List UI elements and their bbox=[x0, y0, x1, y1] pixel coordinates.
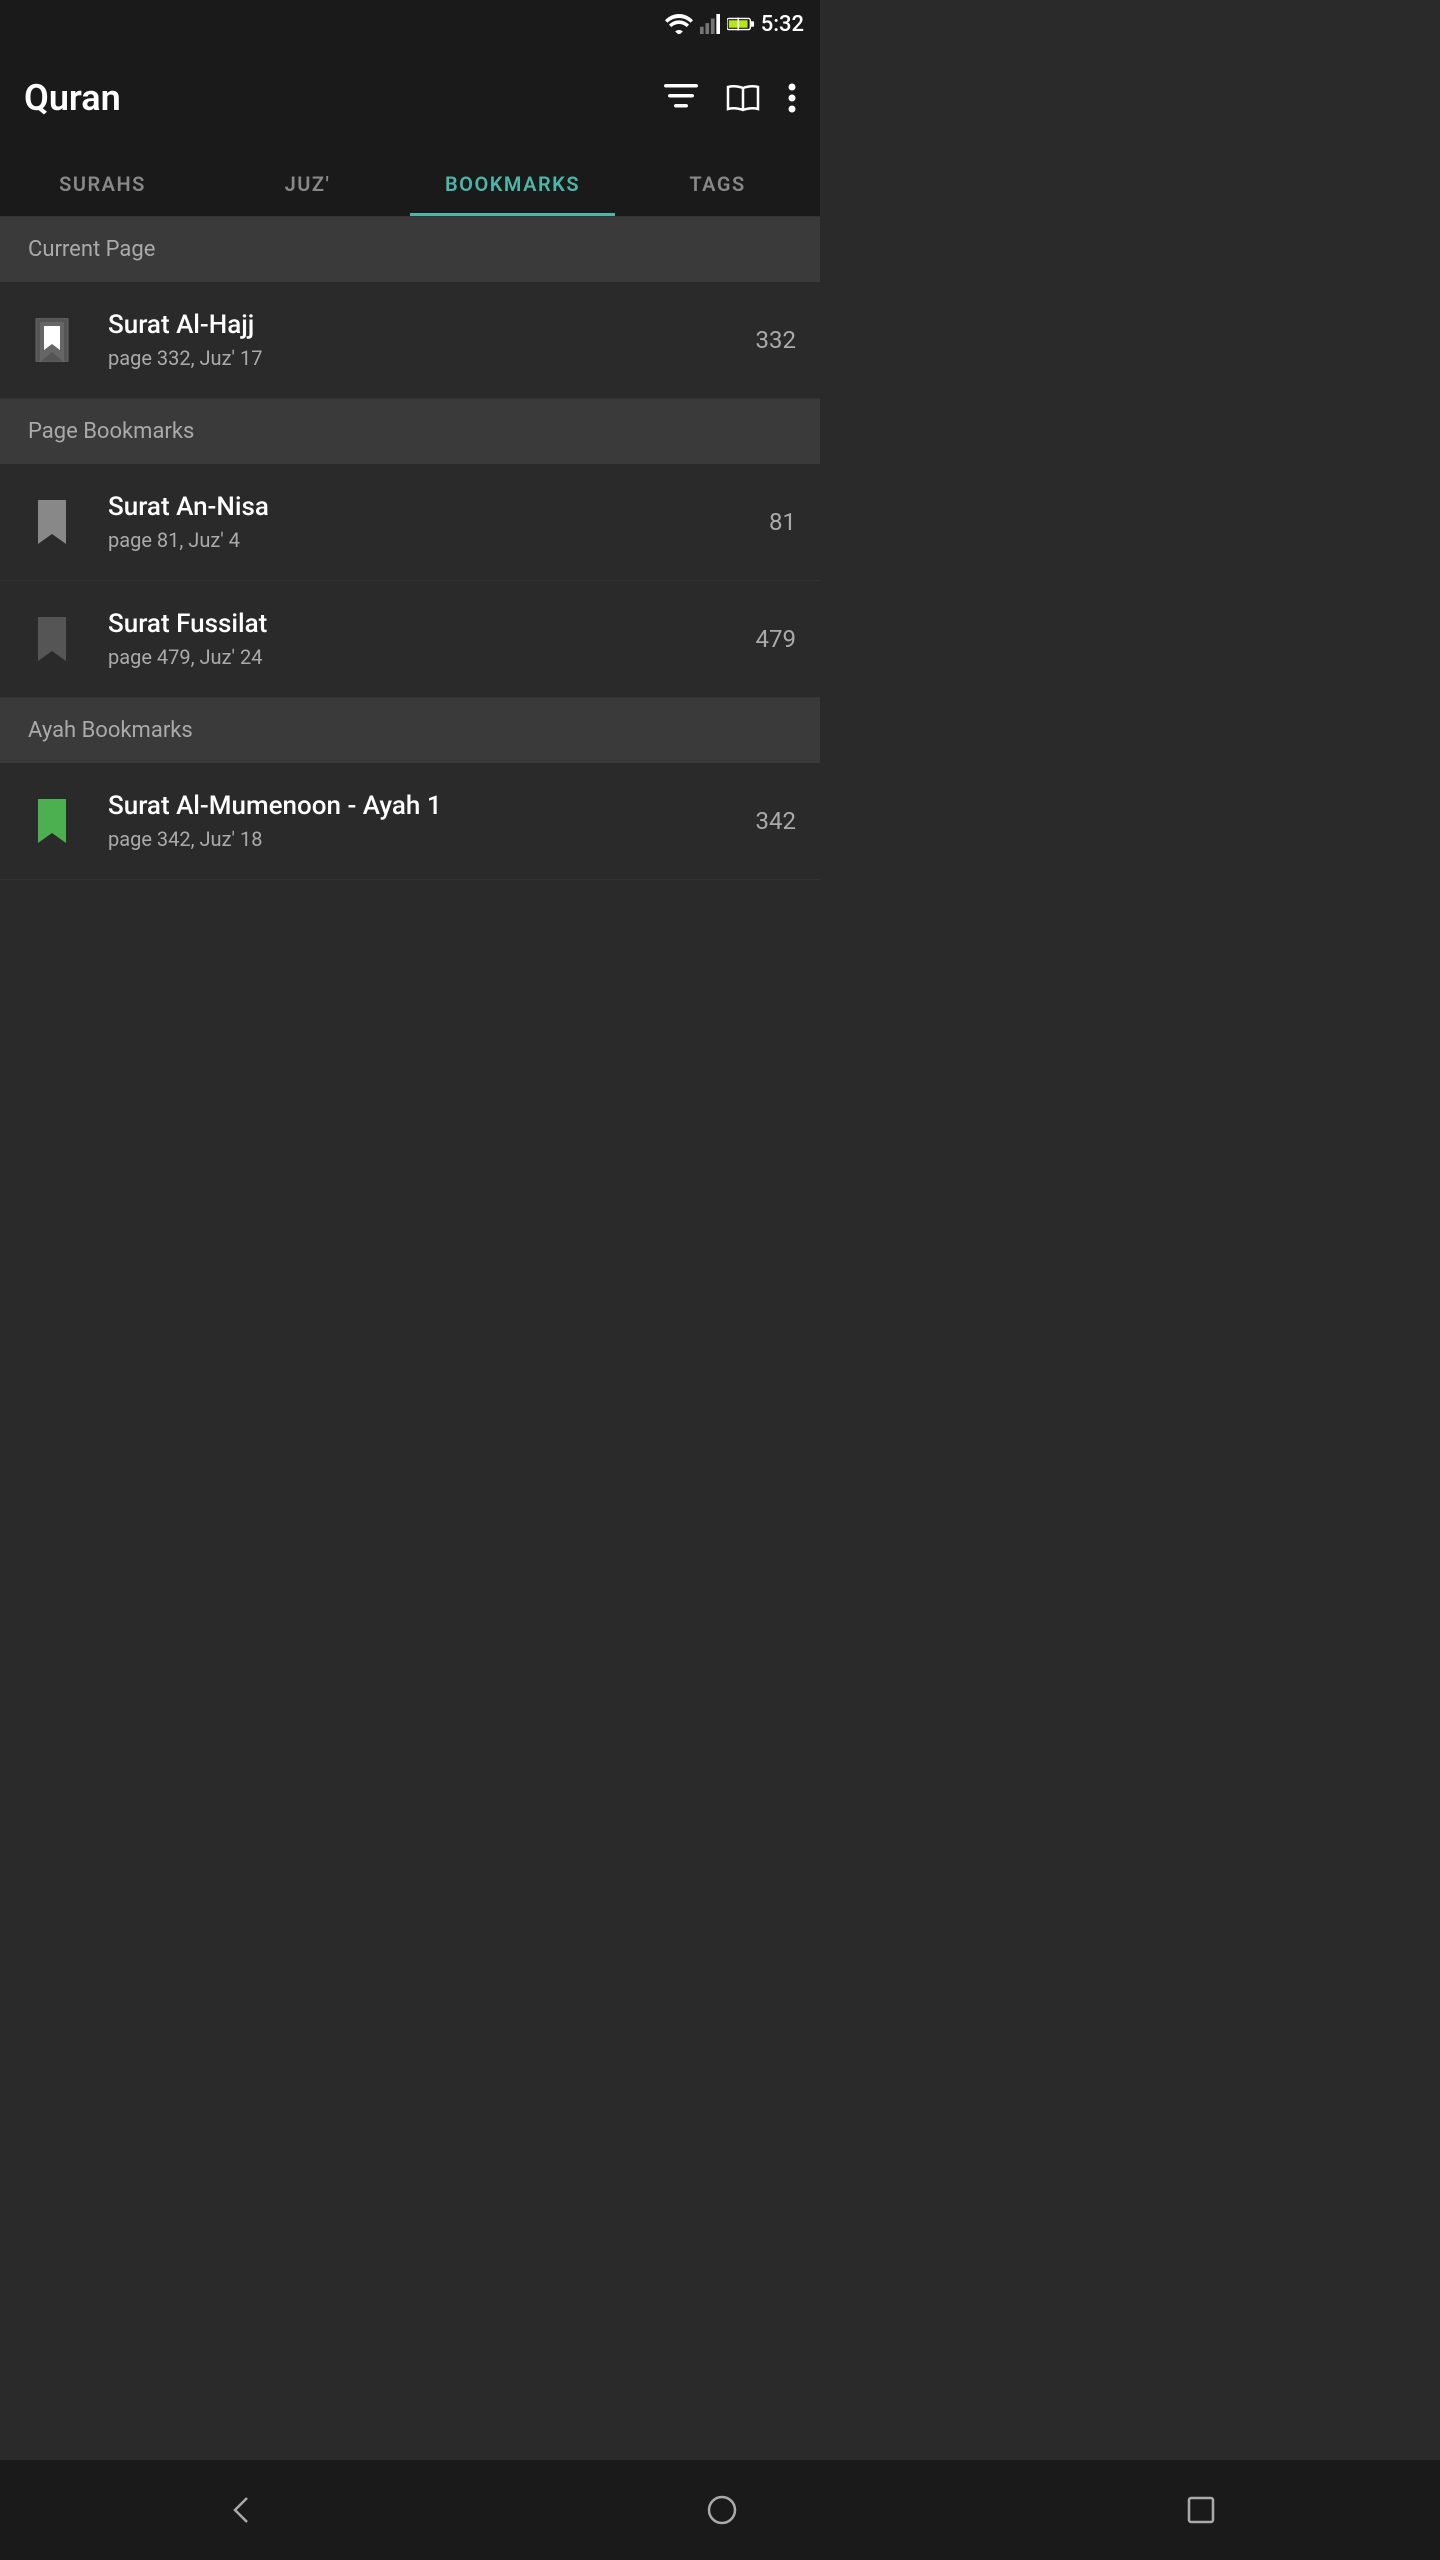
bookmark-info-an-nisa: Surat An-Nisa page 81, Juz' 4 bbox=[108, 492, 736, 552]
nav-recents-button[interactable] bbox=[1187, 2496, 1215, 2524]
sort-icon[interactable] bbox=[664, 84, 698, 112]
bookmark-icon-dark bbox=[24, 312, 80, 368]
section-header-page-bookmarks: Page Bookmarks bbox=[0, 399, 820, 464]
bookmark-subtitle-an-nisa: page 81, Juz' 4 bbox=[108, 528, 736, 552]
bookmark-subtitle-al-hajj: page 332, Juz' 17 bbox=[108, 346, 736, 370]
bookmark-item-surat-al-mumenoon[interactable]: Surat Al-Mumenoon - Ayah 1 page 342, Juz… bbox=[0, 763, 820, 880]
app-title: Quran bbox=[24, 77, 121, 119]
app-bar: Quran bbox=[0, 48, 820, 148]
section-header-current-page: Current Page bbox=[0, 217, 820, 282]
bookmark-page-al-hajj: 332 bbox=[736, 326, 796, 354]
bookmark-title-al-mumenoon: Surat Al-Mumenoon - Ayah 1 bbox=[108, 791, 736, 821]
bookmark-subtitle-al-mumenoon: page 342, Juz' 18 bbox=[108, 827, 736, 851]
signal-icon bbox=[699, 14, 721, 34]
bookmark-info-al-hajj: Surat Al-Hajj page 332, Juz' 17 bbox=[108, 310, 736, 370]
bookmark-item-surat-al-hajj[interactable]: Surat Al-Hajj page 332, Juz' 17 332 bbox=[0, 282, 820, 399]
bookmark-icon-white bbox=[24, 494, 80, 550]
wifi-icon bbox=[665, 14, 693, 34]
tab-bookmarks[interactable]: BOOKMARKS bbox=[410, 148, 615, 216]
tab-juz[interactable]: JUZ' bbox=[205, 148, 410, 216]
bookmark-item-surat-fussilat[interactable]: Surat Fussilat page 479, Juz' 24 479 bbox=[0, 581, 820, 698]
tab-surahs[interactable]: SURAHS bbox=[0, 148, 205, 216]
nav-back-button[interactable] bbox=[225, 2494, 257, 2526]
bookmark-page-al-mumenoon: 342 bbox=[736, 807, 796, 835]
section-header-ayah-bookmarks: Ayah Bookmarks bbox=[0, 698, 820, 763]
bookmark-icon-green bbox=[24, 793, 80, 849]
bookmark-title-an-nisa: Surat An-Nisa bbox=[108, 492, 736, 522]
bookmark-subtitle-fussilat: page 479, Juz' 24 bbox=[108, 645, 736, 669]
bookmark-title-al-hajj: Surat Al-Hajj bbox=[108, 310, 736, 340]
bookmark-page-fussilat: 479 bbox=[736, 625, 796, 653]
battery-icon bbox=[727, 15, 755, 33]
bookmark-info-al-mumenoon: Surat Al-Mumenoon - Ayah 1 page 342, Juz… bbox=[108, 791, 736, 851]
app-bar-icons bbox=[664, 83, 796, 113]
bookmark-icon-dark2 bbox=[24, 611, 80, 667]
status-icons: 5:32 bbox=[665, 12, 804, 37]
nav-bar bbox=[0, 2460, 1440, 2560]
bookmark-item-surat-an-nisa[interactable]: Surat An-Nisa page 81, Juz' 4 81 bbox=[0, 464, 820, 581]
book-icon[interactable] bbox=[726, 83, 760, 113]
nav-home-button[interactable] bbox=[706, 2494, 738, 2526]
bookmark-info-fussilat: Surat Fussilat page 479, Juz' 24 bbox=[108, 609, 736, 669]
bookmark-page-an-nisa: 81 bbox=[736, 508, 796, 536]
status-bar: 5:32 bbox=[0, 0, 820, 48]
more-icon[interactable] bbox=[788, 83, 796, 113]
status-time: 5:32 bbox=[761, 12, 804, 37]
tab-tags[interactable]: TAGS bbox=[615, 148, 820, 216]
tab-bar: SURAHS JUZ' BOOKMARKS TAGS bbox=[0, 148, 820, 217]
bookmark-title-fussilat: Surat Fussilat bbox=[108, 609, 736, 639]
